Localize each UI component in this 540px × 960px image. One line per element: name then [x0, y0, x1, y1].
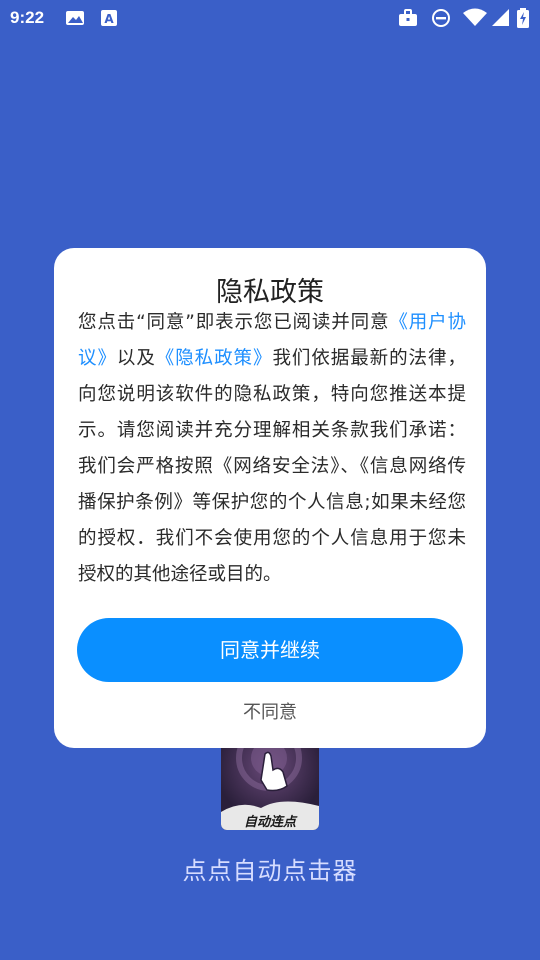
body-text-1: 您点击“同意”即表示您已阅读并同意 — [78, 312, 390, 333]
body-text-3: 我们依据最新的法律，向您说明该软件的隐私政策，特向您推送本提示。请您阅读并充分理… — [78, 348, 466, 585]
status-bar: 9:22 A — [0, 0, 540, 36]
status-time: 9:22 — [10, 8, 45, 27]
do-not-disturb-icon — [432, 9, 450, 27]
app-icon-label: 自动连点 — [244, 814, 298, 830]
wifi-icon — [463, 8, 487, 26]
signal-icon — [492, 9, 509, 26]
briefcase-icon — [399, 9, 417, 26]
svg-text:A: A — [104, 12, 114, 26]
privacy-dialog: 隐私政策 您点击“同意”即表示您已阅读并同意《用户协议》以及《隐私政策》我们依据… — [54, 248, 486, 748]
battery-charging-icon — [517, 8, 529, 28]
image-icon — [66, 11, 84, 25]
disagree-button[interactable]: 不同意 — [54, 698, 486, 724]
text-a-icon: A — [101, 10, 117, 26]
privacy-policy-link[interactable]: 《隐私政策》 — [156, 348, 273, 369]
agree-continue-button[interactable]: 同意并继续 — [77, 618, 463, 682]
dialog-body: 您点击“同意”即表示您已阅读并同意《用户协议》以及《隐私政策》我们依据最新的法律… — [78, 305, 466, 593]
body-text-2: 以及 — [116, 348, 156, 369]
dialog-title: 隐私政策 — [216, 277, 324, 308]
app-name: 点点自动点击器 — [182, 857, 358, 885]
